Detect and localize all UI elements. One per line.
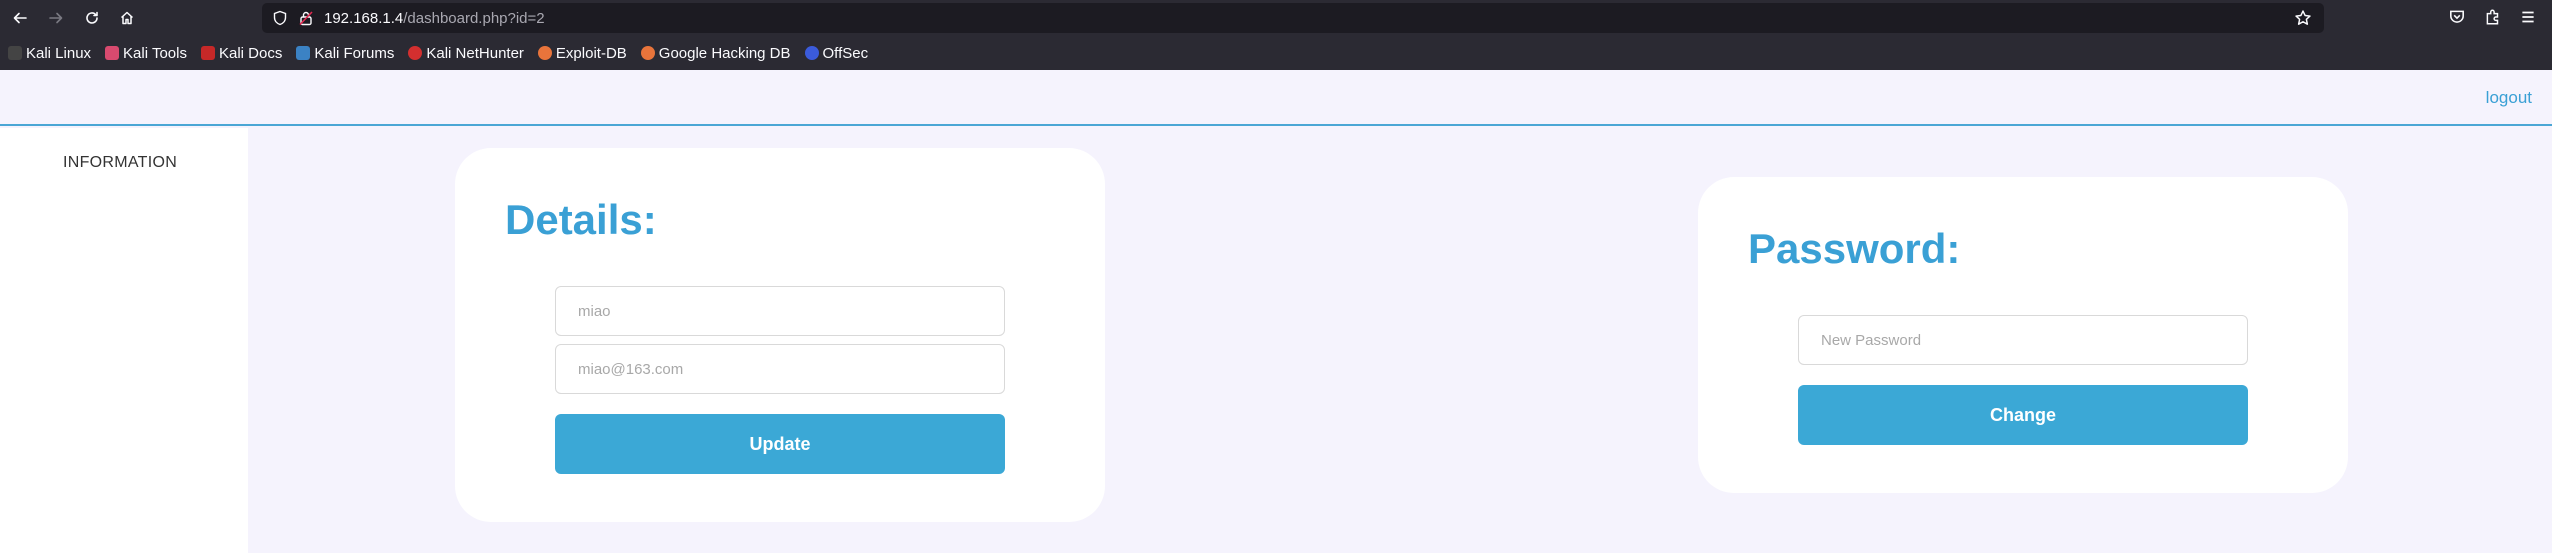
bookmark-label: Kali Linux bbox=[26, 44, 92, 62]
details-title: Details: bbox=[505, 196, 657, 243]
url-path: /dashboard.php?id=2 bbox=[403, 10, 545, 27]
bookmark-label: Kali Forums bbox=[314, 44, 395, 62]
exploit-db-icon bbox=[537, 46, 552, 60]
bookmark-label: Kali Docs bbox=[218, 44, 283, 62]
bookmark-exploit-db[interactable]: Exploit-DB bbox=[537, 44, 627, 62]
details-card: Details: Update bbox=[455, 148, 1105, 522]
new-password-input[interactable] bbox=[1798, 315, 2248, 365]
name-input[interactable] bbox=[555, 286, 1005, 336]
url-bar[interactable]: 192.168.1.4/dashboard.php?id=2 bbox=[262, 3, 2324, 33]
bookmark-kali-docs[interactable]: Kali Docs bbox=[200, 44, 283, 62]
forward-icon[interactable] bbox=[44, 6, 68, 30]
shield-icon[interactable] bbox=[272, 10, 288, 31]
kali-docs-icon bbox=[200, 46, 215, 60]
sidebar-item-information[interactable]: INFORMATION bbox=[63, 154, 177, 172]
menu-icon[interactable] bbox=[2519, 8, 2537, 31]
google-hacking-db-icon bbox=[640, 46, 655, 60]
bookmark-label: OffSec bbox=[822, 44, 869, 62]
password-title: Password: bbox=[1748, 225, 1961, 272]
home-icon[interactable] bbox=[115, 6, 139, 30]
email-input[interactable] bbox=[555, 344, 1005, 394]
bookmark-label: Exploit-DB bbox=[555, 44, 627, 62]
kali-forums-icon bbox=[296, 46, 311, 60]
url-host: 192.168.1.4 bbox=[324, 10, 404, 27]
kali-linux-icon bbox=[8, 46, 22, 60]
bookmark-kali-forums[interactable]: Kali Forums bbox=[296, 45, 394, 62]
bookmark-star-icon[interactable] bbox=[2294, 9, 2312, 32]
bookmark-google-hacking-db[interactable]: Google Hacking DB bbox=[640, 44, 791, 62]
back-icon[interactable] bbox=[8, 6, 32, 30]
bookmark-label: Google Hacking DB bbox=[658, 44, 791, 62]
kali-nethunter-icon bbox=[408, 46, 423, 60]
insecure-lock-icon[interactable] bbox=[298, 10, 314, 31]
sidebar: INFORMATION bbox=[0, 128, 248, 553]
bookmark-kali-tools[interactable]: Kali Tools bbox=[105, 45, 187, 62]
pocket-icon[interactable] bbox=[2448, 8, 2466, 31]
password-card: Password: Change bbox=[1698, 177, 2348, 493]
bookmark-label: Kali NetHunter bbox=[426, 44, 524, 62]
offsec-icon bbox=[804, 46, 819, 60]
bookmarks-bar: Kali Linux Kali Tools Kali Docs Kali For… bbox=[0, 36, 2552, 70]
update-button[interactable]: Update bbox=[555, 414, 1005, 474]
reload-icon[interactable] bbox=[80, 6, 104, 30]
bookmark-kali-nethunter[interactable]: Kali NetHunter bbox=[408, 45, 524, 62]
bookmark-offsec[interactable]: OffSec bbox=[804, 44, 869, 62]
browser-toolbar: 192.168.1.4/dashboard.php?id=2 bbox=[0, 0, 2552, 36]
bookmark-kali-linux[interactable]: Kali Linux bbox=[8, 45, 91, 62]
web-page: logout INFORMATION Details: Update Passw… bbox=[0, 70, 2552, 553]
extensions-icon[interactable] bbox=[2484, 8, 2502, 31]
url-text[interactable]: 192.168.1.4/dashboard.php?id=2 bbox=[324, 10, 545, 27]
logout-link[interactable]: logout bbox=[2486, 88, 2532, 108]
change-password-button[interactable]: Change bbox=[1798, 385, 2248, 445]
page-header: logout bbox=[0, 70, 2552, 126]
bookmark-label: Kali Tools bbox=[123, 44, 187, 62]
kali-tools-icon bbox=[105, 46, 120, 60]
